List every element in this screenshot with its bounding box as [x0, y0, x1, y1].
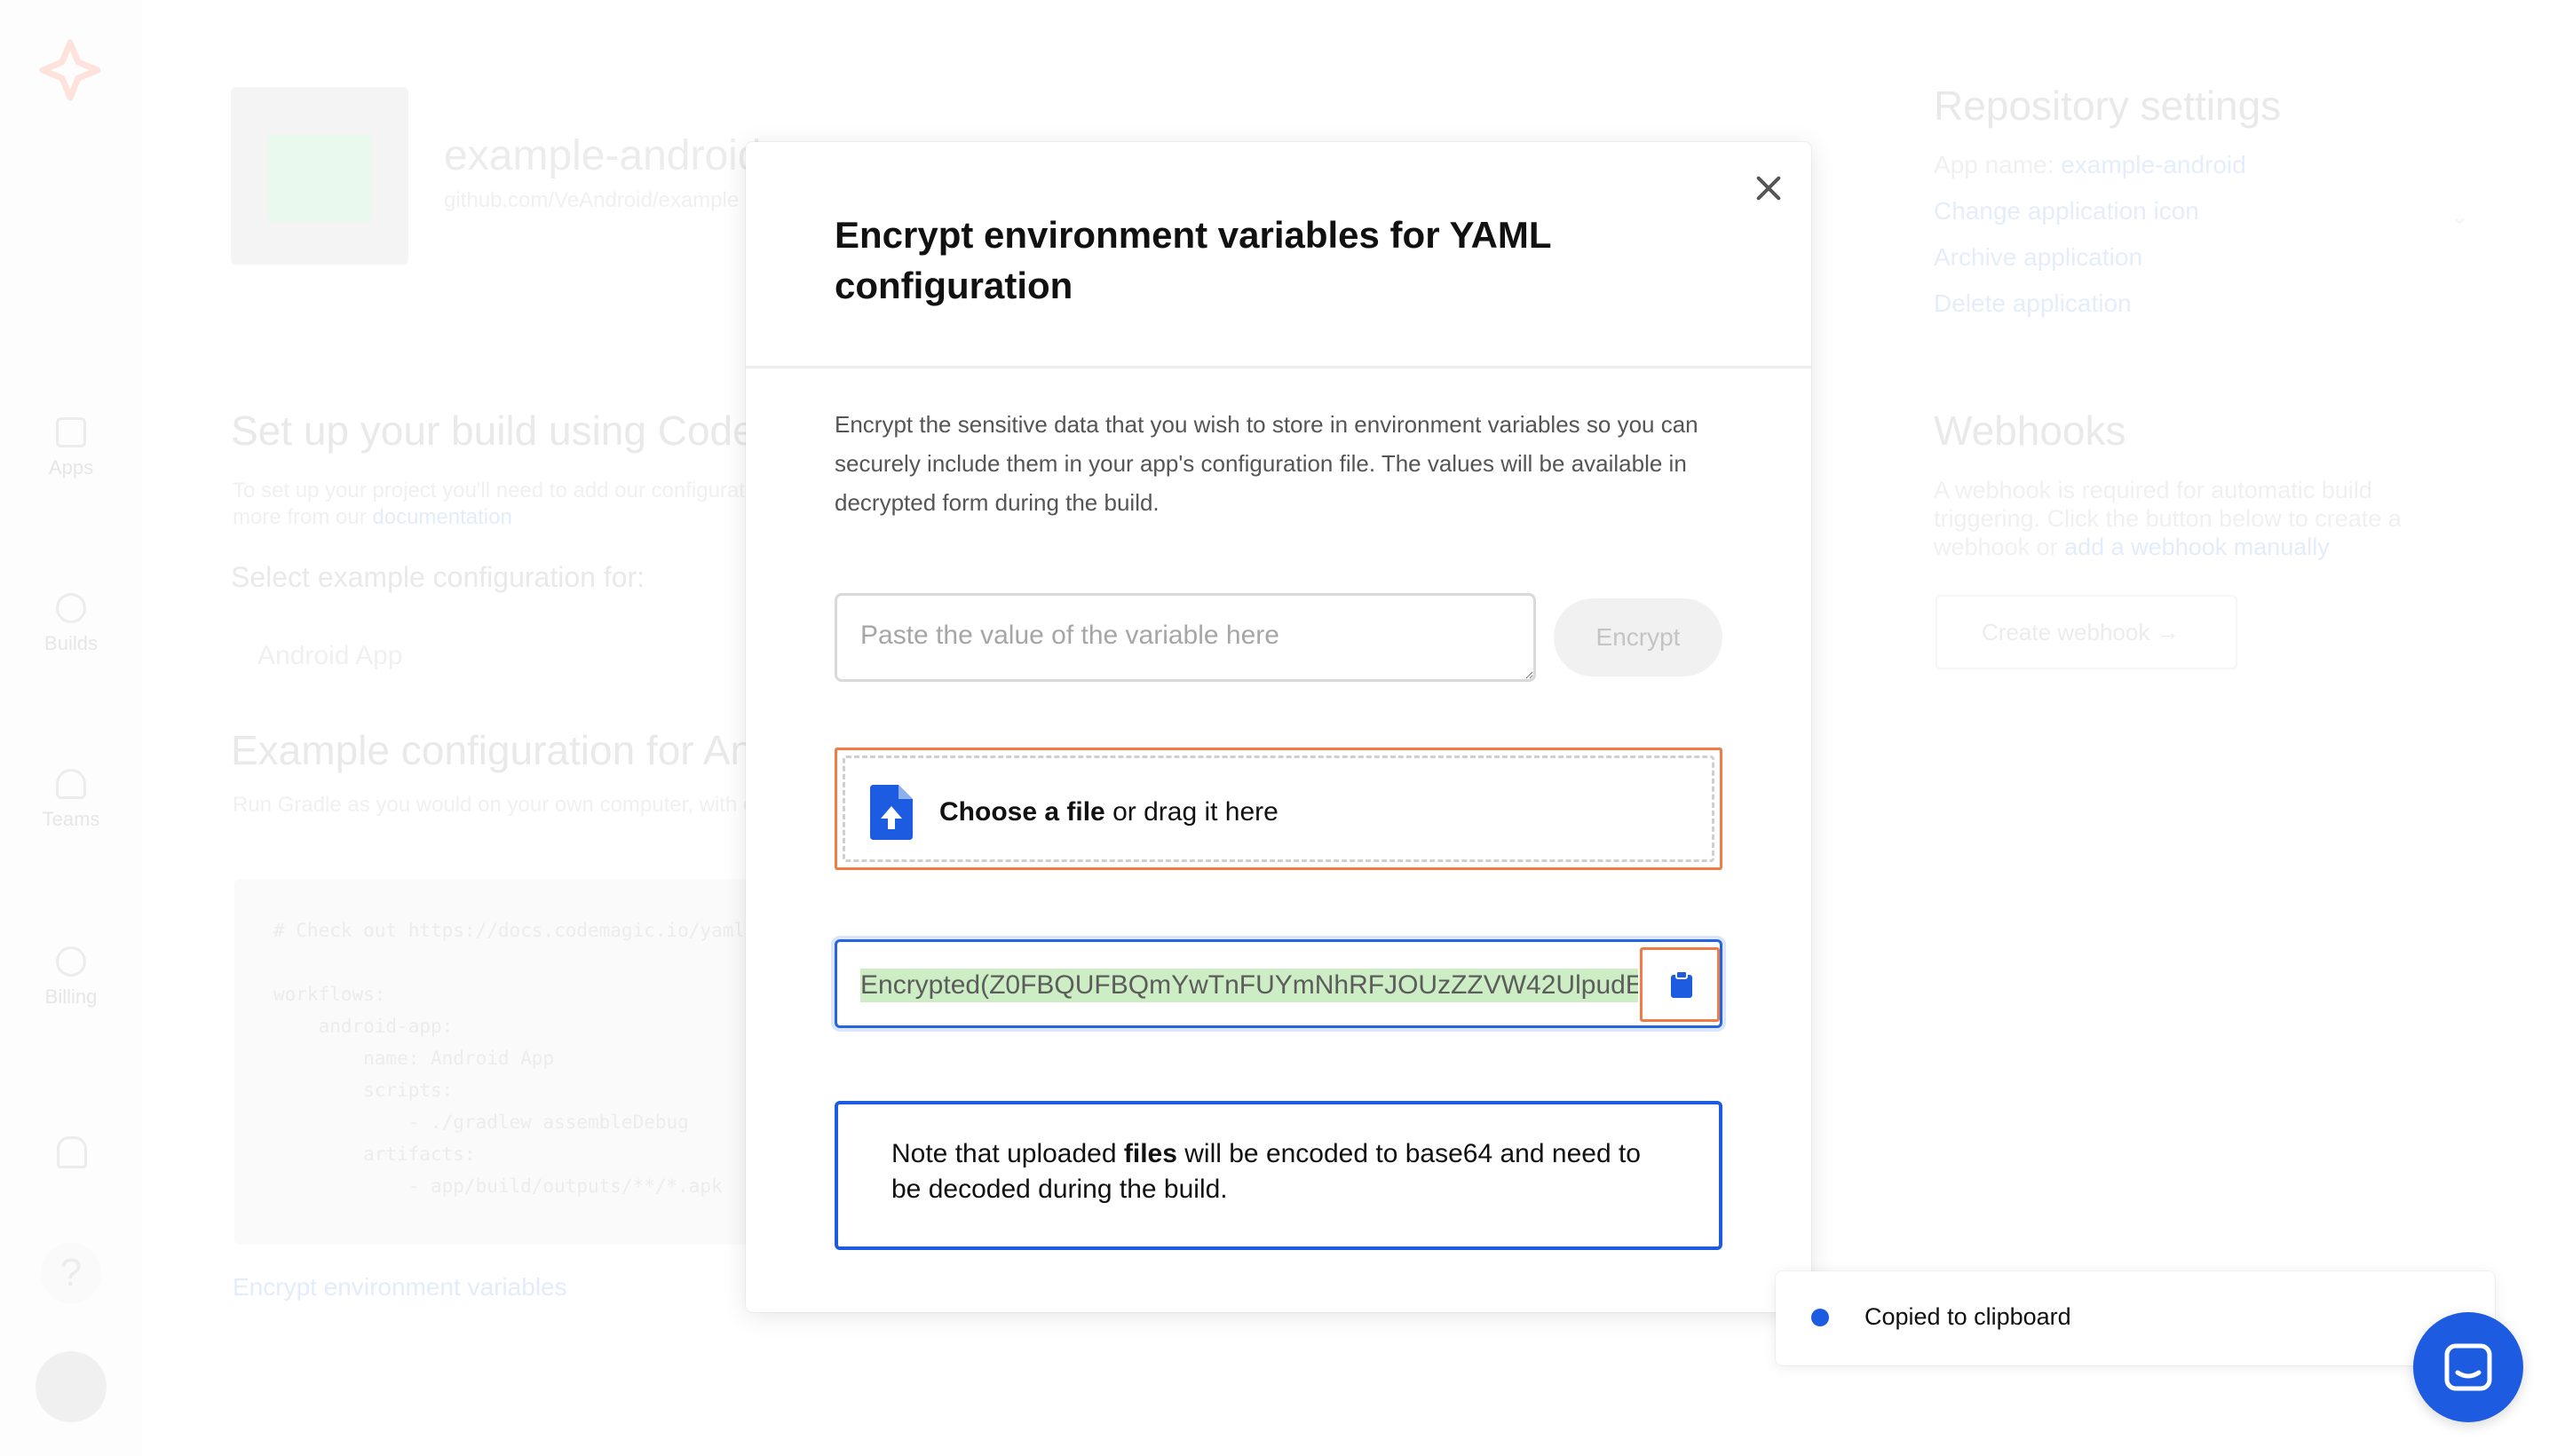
encrypted-value-text[interactable]: Encrypted(Z0FBQUFBQmYwTnFUYmNhRFJOUzZZVW…	[860, 969, 1638, 1002]
chat-button[interactable]	[2413, 1312, 2523, 1422]
sidebar-item-apps[interactable]: Apps	[0, 417, 142, 479]
toast-notification: Copied to clipboard	[1776, 1271, 2495, 1365]
archive-app-link[interactable]: Archive application	[1934, 243, 2142, 272]
avatar[interactable]	[36, 1351, 107, 1422]
help-button[interactable]: ?	[41, 1243, 101, 1303]
clipboard-icon	[1671, 971, 1692, 998]
code-line: scripts:	[273, 1080, 454, 1101]
setup-text-line2: more from our documentation	[233, 505, 512, 529]
billing-icon	[56, 946, 86, 977]
sidebar: Apps Builds Teams Billing ?	[0, 0, 142, 1456]
modal-title: Encrypt environment variables for YAML c…	[835, 214, 1551, 306]
app-icon	[268, 135, 371, 222]
sidebar-item-billing[interactable]: Billing	[0, 946, 142, 1009]
documentation-link[interactable]: documentation	[372, 505, 511, 529]
toast-text: Copied to clipboard	[1864, 1303, 2071, 1330]
dropzone-text: Choose a file or drag it here	[939, 797, 1278, 827]
user-icon	[56, 769, 86, 799]
app-thumbnail	[231, 87, 408, 265]
create-webhook-button[interactable]: Create webhook →	[1936, 595, 2237, 669]
code-line: artifacts:	[273, 1143, 476, 1165]
encrypt-env-link[interactable]: Encrypt environment variables	[233, 1273, 567, 1302]
file-upload-icon	[870, 785, 913, 840]
close-icon[interactable]	[1751, 170, 1786, 206]
folder-icon	[56, 417, 86, 447]
code-line: name: Android App	[273, 1048, 555, 1069]
chevron-down-icon[interactable]: ⌄	[2450, 204, 2468, 230]
arrow-right-icon: →	[2156, 619, 2180, 645]
notification-bell-icon[interactable]	[57, 1136, 87, 1168]
code-line: - app/build/outputs/**/*.apk	[273, 1175, 723, 1197]
webhooks-heading: Webhooks	[1934, 408, 2126, 454]
encrypted-value-field[interactable]: Encrypted(Z0FBQUFBQmYwTnFUYmNhRFJOUzZZVW…	[835, 939, 1722, 1028]
code-line: android-app:	[273, 1016, 454, 1037]
delete-app-link[interactable]: Delete application	[1934, 289, 2132, 318]
code-block: # Check out https://docs.codemagic.io/ya…	[234, 879, 767, 1245]
change-icon-link[interactable]: Change application icon	[1934, 197, 2199, 226]
note-box: Note that uploaded files will be encoded…	[835, 1101, 1722, 1250]
code-line: - ./gradlew assembleDebug	[273, 1112, 689, 1133]
dropzone-dashed-border: Choose a file or drag it here	[843, 756, 1714, 862]
modal-description: Encrypt the sensitive data that you wish…	[835, 411, 1698, 516]
copy-button[interactable]	[1640, 947, 1720, 1022]
encrypt-button[interactable]: Encrypt	[1554, 598, 1722, 677]
sidebar-item-teams[interactable]: Teams	[0, 769, 142, 831]
chat-icon	[2444, 1343, 2492, 1391]
sidebar-item-builds[interactable]: Builds	[0, 593, 142, 655]
select-config-heading: Select example configuration for:	[231, 561, 645, 593]
modal-divider	[746, 366, 1811, 368]
add-webhook-link[interactable]: add a webhook manually	[2064, 534, 2330, 560]
refresh-icon	[56, 593, 86, 623]
code-line: workflows:	[273, 984, 386, 1005]
codemagic-logo-icon	[39, 39, 101, 101]
encrypt-modal: Encrypt environment variables for YAML c…	[746, 142, 1811, 1312]
repo-settings-heading: Repository settings	[1934, 83, 2282, 129]
code-line: # Check out https://docs.codemagic.io/ya…	[273, 920, 756, 941]
file-dropzone[interactable]: Choose a file or drag it here	[835, 748, 1722, 870]
toast-status-dot	[1811, 1309, 1829, 1326]
app-name: example-android	[444, 132, 762, 179]
variable-value-input[interactable]	[835, 593, 1536, 682]
webhooks-text: A webhook is required for automatic buil…	[1934, 477, 2402, 560]
config-select[interactable]: Android App	[257, 643, 402, 669]
app-repo-url[interactable]: github.com/VeAndroid/example	[444, 188, 739, 213]
app-name-row: App name: example-android	[1934, 151, 2246, 178]
